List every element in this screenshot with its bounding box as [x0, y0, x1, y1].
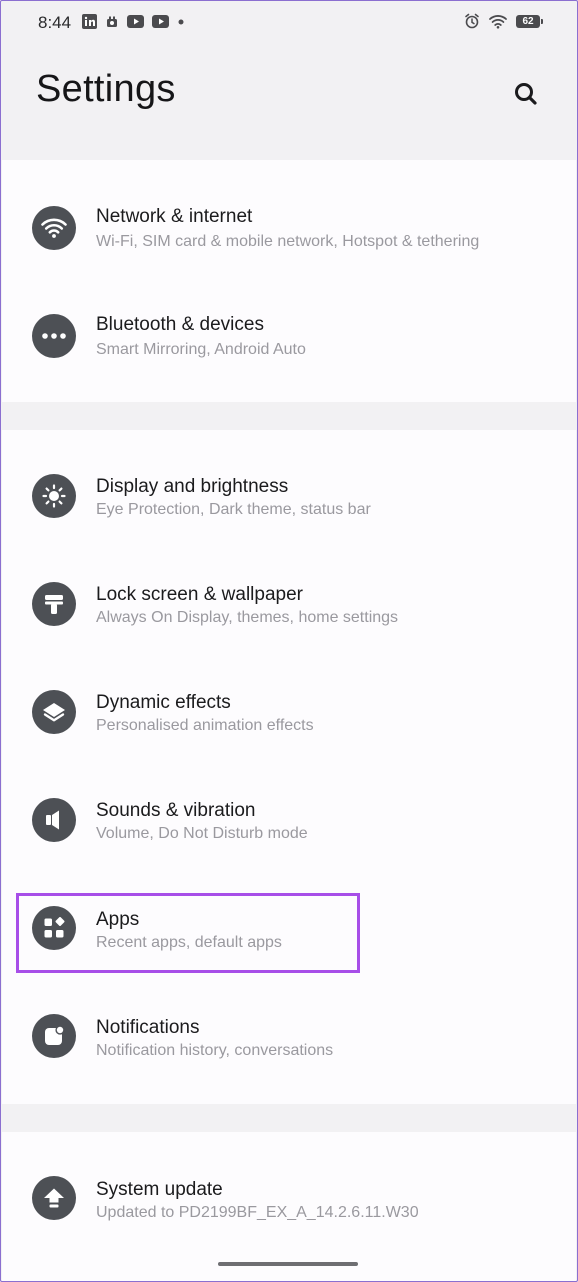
settings-item-dynamic-effects[interactable]: Dynamic effects Personalised animation e…	[2, 646, 576, 754]
item-subtitle: Eye Protection, Dark theme, status bar	[96, 501, 371, 518]
item-title: Bluetooth & devices	[96, 314, 264, 335]
settings-group-personalization: Display and brightness Eye Protection, D…	[2, 430, 576, 1104]
settings-item-network-internet[interactable]: Network & internet Wi-Fi, SIM card & mob…	[2, 162, 576, 270]
item-title: Display and brightness	[96, 476, 289, 497]
item-subtitle: Recent apps, default apps	[96, 934, 282, 951]
wifi-icon	[32, 206, 76, 250]
settings-item-lock-screen-wallpaper[interactable]: Lock screen & wallpaper Always On Displa…	[2, 538, 576, 646]
battery-indicator: 62	[516, 14, 543, 28]
settings-item-apps[interactable]: Apps Recent apps, default apps	[2, 862, 576, 970]
apps-grid-icon	[32, 906, 76, 950]
item-subtitle: Personalised animation effects	[96, 717, 314, 734]
notification-icons	[82, 14, 185, 29]
settings-item-bluetooth-devices[interactable]: Bluetooth & devices Smart Mirroring, And…	[2, 270, 576, 378]
paint-roller-icon	[32, 582, 76, 626]
settings-item-system-update[interactable]: System update Updated to PD2199BF_EX_A_1…	[2, 1132, 576, 1240]
brightness-icon	[32, 474, 76, 518]
camera-app-icon	[105, 15, 119, 29]
item-subtitle: Volume, Do Not Disturb mode	[96, 825, 308, 842]
gesture-nav-handle[interactable]	[218, 1262, 358, 1266]
item-subtitle: Always On Display, themes, home settings	[96, 609, 399, 626]
item-title: Sounds & vibration	[96, 800, 256, 821]
alarm-icon	[464, 13, 480, 29]
dot-icon	[177, 18, 185, 26]
item-subtitle: Smart Mirroring, Android Auto	[96, 341, 306, 358]
settings-group-connectivity: Network & internet Wi-Fi, SIM card & mob…	[2, 160, 576, 402]
settings-item-sounds-vibration[interactable]: Sounds & vibration Volume, Do Not Distur…	[2, 754, 576, 862]
youtube-icon	[127, 15, 144, 28]
linkedin-icon	[82, 14, 97, 29]
speaker-icon	[32, 798, 76, 842]
item-subtitle: Updated to PD2199BF_EX_A_14.2.6.11.W30	[96, 1204, 419, 1221]
update-arrow-icon	[32, 1176, 76, 1220]
settings-group-system: System update Updated to PD2199BF_EX_A_1…	[2, 1132, 576, 1282]
status-bar: 8:44 62	[0, 0, 578, 46]
status-time: 8:44	[38, 13, 72, 32]
layers-icon	[32, 690, 76, 734]
item-title: Notifications	[96, 1017, 200, 1038]
wifi-icon	[489, 14, 507, 29]
youtube-icon	[152, 15, 169, 28]
search-button[interactable]	[506, 74, 546, 114]
item-title: Network & internet	[96, 206, 253, 227]
system-status-icons: 62	[464, 13, 543, 29]
settings-item-display-brightness[interactable]: Display and brightness Eye Protection, D…	[2, 430, 576, 538]
item-title: Lock screen & wallpaper	[96, 584, 303, 605]
page-title: Settings	[36, 68, 176, 110]
search-icon	[515, 83, 537, 105]
more-dots-icon	[32, 314, 76, 358]
item-subtitle: Notification history, conversations	[96, 1042, 334, 1059]
settings-item-notifications[interactable]: Notifications Notification history, conv…	[2, 970, 576, 1078]
item-title: Apps	[96, 909, 140, 930]
item-title: System update	[96, 1179, 223, 1200]
notification-badge-icon	[32, 1014, 76, 1058]
item-subtitle: Wi-Fi, SIM card & mobile network, Hotspo…	[96, 233, 480, 250]
item-title: Dynamic effects	[96, 692, 231, 713]
